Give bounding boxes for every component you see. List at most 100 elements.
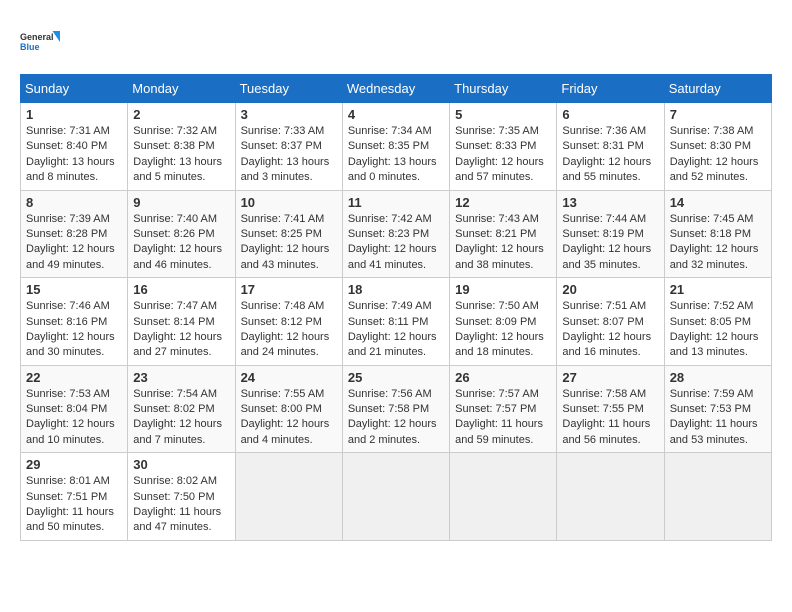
day-info: Sunrise: 7:57 AMSunset: 7:57 PMDaylight:…: [455, 388, 543, 446]
day-info: Sunrise: 7:31 AMSunset: 8:40 PMDaylight:…: [26, 125, 115, 183]
day-cell-19: 19 Sunrise: 7:50 AMSunset: 8:09 PMDaylig…: [450, 278, 557, 366]
col-header-sunday: Sunday: [21, 75, 128, 103]
calendar-week-2: 8 Sunrise: 7:39 AMSunset: 8:28 PMDayligh…: [21, 190, 772, 278]
day-number: 12: [455, 195, 551, 210]
day-cell-14: 14 Sunrise: 7:45 AMSunset: 8:18 PMDaylig…: [664, 190, 771, 278]
day-cell-28: 28 Sunrise: 7:59 AMSunset: 7:53 PMDaylig…: [664, 365, 771, 453]
logo: General Blue: [20, 20, 60, 64]
day-cell-13: 13 Sunrise: 7:44 AMSunset: 8:19 PMDaylig…: [557, 190, 664, 278]
day-info: Sunrise: 7:52 AMSunset: 8:05 PMDaylight:…: [670, 300, 759, 358]
svg-text:Blue: Blue: [20, 42, 40, 52]
day-info: Sunrise: 7:50 AMSunset: 8:09 PMDaylight:…: [455, 300, 544, 358]
day-number: 28: [670, 370, 766, 385]
day-headers-row: SundayMondayTuesdayWednesdayThursdayFrid…: [21, 75, 772, 103]
day-number: 30: [133, 457, 229, 472]
day-cell-24: 24 Sunrise: 7:55 AMSunset: 8:00 PMDaylig…: [235, 365, 342, 453]
day-number: 23: [133, 370, 229, 385]
col-header-saturday: Saturday: [664, 75, 771, 103]
col-header-friday: Friday: [557, 75, 664, 103]
day-info: Sunrise: 7:53 AMSunset: 8:04 PMDaylight:…: [26, 388, 115, 446]
day-cell-25: 25 Sunrise: 7:56 AMSunset: 7:58 PMDaylig…: [342, 365, 449, 453]
day-number: 25: [348, 370, 444, 385]
day-number: 24: [241, 370, 337, 385]
day-info: Sunrise: 8:02 AMSunset: 7:50 PMDaylight:…: [133, 475, 221, 533]
day-number: 17: [241, 282, 337, 297]
calendar-week-5: 29 Sunrise: 8:01 AMSunset: 7:51 PMDaylig…: [21, 453, 772, 541]
day-info: Sunrise: 8:01 AMSunset: 7:51 PMDaylight:…: [26, 475, 114, 533]
day-number: 2: [133, 107, 229, 122]
day-number: 9: [133, 195, 229, 210]
day-info: Sunrise: 7:54 AMSunset: 8:02 PMDaylight:…: [133, 388, 222, 446]
day-cell-18: 18 Sunrise: 7:49 AMSunset: 8:11 PMDaylig…: [342, 278, 449, 366]
svg-text:General: General: [20, 32, 54, 42]
day-number: 16: [133, 282, 229, 297]
col-header-monday: Monday: [128, 75, 235, 103]
empty-day-cell: [557, 453, 664, 541]
day-cell-16: 16 Sunrise: 7:47 AMSunset: 8:14 PMDaylig…: [128, 278, 235, 366]
day-number: 6: [562, 107, 658, 122]
day-number: 21: [670, 282, 766, 297]
day-cell-29: 29 Sunrise: 8:01 AMSunset: 7:51 PMDaylig…: [21, 453, 128, 541]
day-info: Sunrise: 7:56 AMSunset: 7:58 PMDaylight:…: [348, 388, 437, 446]
day-cell-26: 26 Sunrise: 7:57 AMSunset: 7:57 PMDaylig…: [450, 365, 557, 453]
day-info: Sunrise: 7:43 AMSunset: 8:21 PMDaylight:…: [455, 213, 544, 271]
day-number: 5: [455, 107, 551, 122]
day-info: Sunrise: 7:40 AMSunset: 8:26 PMDaylight:…: [133, 213, 222, 271]
day-number: 7: [670, 107, 766, 122]
day-cell-23: 23 Sunrise: 7:54 AMSunset: 8:02 PMDaylig…: [128, 365, 235, 453]
day-info: Sunrise: 7:44 AMSunset: 8:19 PMDaylight:…: [562, 213, 651, 271]
day-cell-8: 8 Sunrise: 7:39 AMSunset: 8:28 PMDayligh…: [21, 190, 128, 278]
day-cell-9: 9 Sunrise: 7:40 AMSunset: 8:26 PMDayligh…: [128, 190, 235, 278]
day-number: 11: [348, 195, 444, 210]
day-info: Sunrise: 7:33 AMSunset: 8:37 PMDaylight:…: [241, 125, 330, 183]
day-number: 14: [670, 195, 766, 210]
day-number: 20: [562, 282, 658, 297]
day-info: Sunrise: 7:38 AMSunset: 8:30 PMDaylight:…: [670, 125, 759, 183]
day-info: Sunrise: 7:48 AMSunset: 8:12 PMDaylight:…: [241, 300, 330, 358]
day-cell-22: 22 Sunrise: 7:53 AMSunset: 8:04 PMDaylig…: [21, 365, 128, 453]
day-info: Sunrise: 7:55 AMSunset: 8:00 PMDaylight:…: [241, 388, 330, 446]
day-cell-10: 10 Sunrise: 7:41 AMSunset: 8:25 PMDaylig…: [235, 190, 342, 278]
empty-day-cell: [664, 453, 771, 541]
day-info: Sunrise: 7:42 AMSunset: 8:23 PMDaylight:…: [348, 213, 437, 271]
day-cell-4: 4 Sunrise: 7:34 AMSunset: 8:35 PMDayligh…: [342, 103, 449, 191]
day-info: Sunrise: 7:32 AMSunset: 8:38 PMDaylight:…: [133, 125, 222, 183]
day-number: 1: [26, 107, 122, 122]
day-cell-1: 1 Sunrise: 7:31 AMSunset: 8:40 PMDayligh…: [21, 103, 128, 191]
day-info: Sunrise: 7:39 AMSunset: 8:28 PMDaylight:…: [26, 213, 115, 271]
day-info: Sunrise: 7:59 AMSunset: 7:53 PMDaylight:…: [670, 388, 758, 446]
calendar-week-1: 1 Sunrise: 7:31 AMSunset: 8:40 PMDayligh…: [21, 103, 772, 191]
day-info: Sunrise: 7:46 AMSunset: 8:16 PMDaylight:…: [26, 300, 115, 358]
day-number: 18: [348, 282, 444, 297]
day-number: 29: [26, 457, 122, 472]
day-number: 22: [26, 370, 122, 385]
col-header-tuesday: Tuesday: [235, 75, 342, 103]
day-info: Sunrise: 7:36 AMSunset: 8:31 PMDaylight:…: [562, 125, 651, 183]
page-header: General Blue: [20, 20, 772, 64]
day-cell-7: 7 Sunrise: 7:38 AMSunset: 8:30 PMDayligh…: [664, 103, 771, 191]
day-info: Sunrise: 7:34 AMSunset: 8:35 PMDaylight:…: [348, 125, 437, 183]
day-info: Sunrise: 7:49 AMSunset: 8:11 PMDaylight:…: [348, 300, 437, 358]
day-number: 13: [562, 195, 658, 210]
day-cell-5: 5 Sunrise: 7:35 AMSunset: 8:33 PMDayligh…: [450, 103, 557, 191]
day-info: Sunrise: 7:41 AMSunset: 8:25 PMDaylight:…: [241, 213, 330, 271]
day-info: Sunrise: 7:51 AMSunset: 8:07 PMDaylight:…: [562, 300, 651, 358]
day-number: 3: [241, 107, 337, 122]
empty-day-cell: [450, 453, 557, 541]
day-number: 27: [562, 370, 658, 385]
day-info: Sunrise: 7:58 AMSunset: 7:55 PMDaylight:…: [562, 388, 650, 446]
day-number: 26: [455, 370, 551, 385]
day-cell-21: 21 Sunrise: 7:52 AMSunset: 8:05 PMDaylig…: [664, 278, 771, 366]
col-header-thursday: Thursday: [450, 75, 557, 103]
day-number: 15: [26, 282, 122, 297]
logo-svg: General Blue: [20, 20, 60, 64]
day-cell-6: 6 Sunrise: 7:36 AMSunset: 8:31 PMDayligh…: [557, 103, 664, 191]
day-cell-27: 27 Sunrise: 7:58 AMSunset: 7:55 PMDaylig…: [557, 365, 664, 453]
day-info: Sunrise: 7:35 AMSunset: 8:33 PMDaylight:…: [455, 125, 544, 183]
day-number: 19: [455, 282, 551, 297]
day-number: 10: [241, 195, 337, 210]
day-info: Sunrise: 7:45 AMSunset: 8:18 PMDaylight:…: [670, 213, 759, 271]
day-cell-11: 11 Sunrise: 7:42 AMSunset: 8:23 PMDaylig…: [342, 190, 449, 278]
day-cell-15: 15 Sunrise: 7:46 AMSunset: 8:16 PMDaylig…: [21, 278, 128, 366]
day-cell-30: 30 Sunrise: 8:02 AMSunset: 7:50 PMDaylig…: [128, 453, 235, 541]
